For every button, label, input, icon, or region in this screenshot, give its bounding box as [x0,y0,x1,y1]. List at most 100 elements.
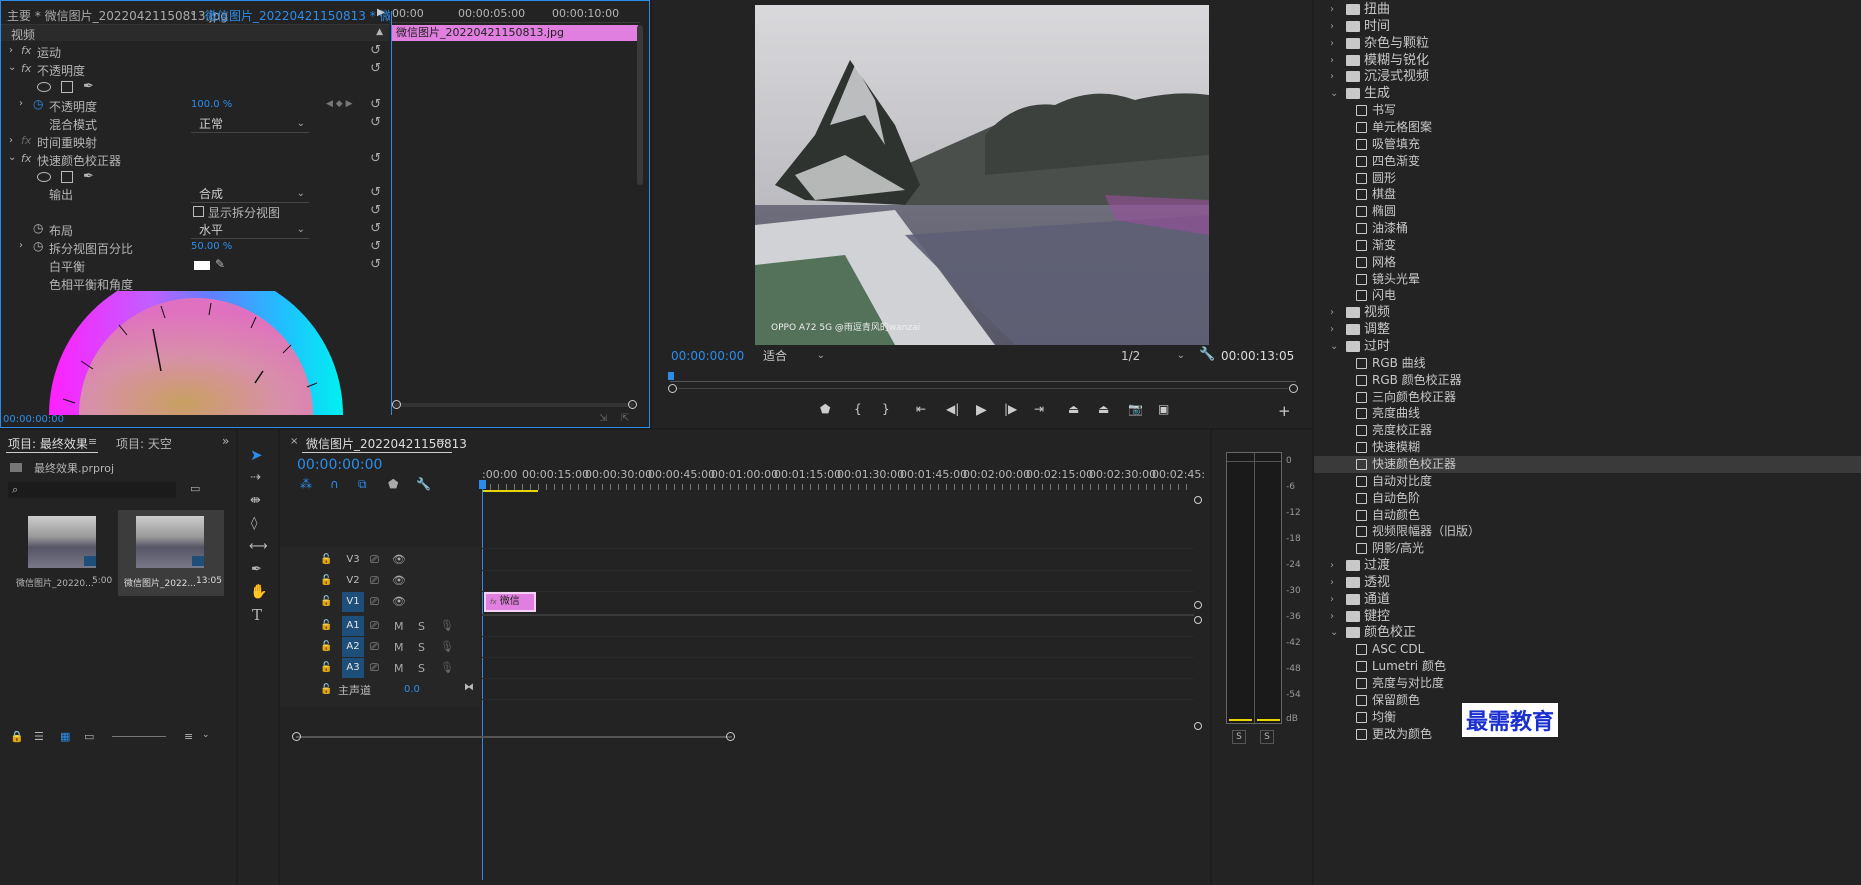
effects-item[interactable]: 网格 [1314,254,1861,271]
vscroll-handle-mid2[interactable] [1194,616,1202,624]
effects-item[interactable]: 更改为颜色 [1314,726,1861,743]
playhead-head[interactable] [479,480,486,489]
effects-item[interactable]: 镜头光晕 [1314,271,1861,288]
mini-scrollbar[interactable] [637,25,643,185]
overflow-icon[interactable]: » [222,434,229,448]
sync-lock-icon[interactable]: ⎚ [370,595,379,609]
effects-folder[interactable]: ⌄ 颜色校正 [1314,624,1861,641]
expand-icon[interactable]: › [19,98,23,109]
fx-icon[interactable]: fx [21,152,31,165]
program-scrubber[interactable] [668,372,1298,393]
tab-project-sky[interactable]: 项目: 天空 [116,435,172,452]
expand-icon[interactable]: › [19,240,23,251]
eyedropper-icon[interactable]: ✎ [215,257,225,271]
chevron-right-icon[interactable]: › [1330,18,1340,35]
stopwatch-icon[interactable]: ◷ [33,239,43,253]
solo-button[interactable]: S [418,662,425,675]
reset-icon[interactable]: ↺ [370,43,381,58]
reset-icon[interactable]: ↺ [370,61,381,76]
effects-item[interactable]: 阴影/高光 [1314,540,1861,557]
effects-folder[interactable]: › 杂色与颗粒 [1314,35,1861,52]
sync-lock-icon[interactable]: ⎚ [370,553,379,567]
selection-tool-icon[interactable]: ➤ [250,446,263,464]
zoom-bar[interactable] [392,400,637,409]
ellipse-mask-icon[interactable] [37,172,51,182]
effects-folder[interactable]: › 扭曲 [1314,1,1861,18]
lock-icon[interactable]: 🔒 [10,730,24,743]
zoom-slider[interactable] [112,736,166,737]
sync-lock-icon[interactable]: ⎚ [370,574,379,588]
collapse-up-icon[interactable]: ▲ [376,28,383,37]
lock-icon[interactable]: 🔓 [320,554,332,565]
chevron-down-icon[interactable]: ⌄ [1330,624,1340,641]
type-tool-icon[interactable]: T [252,606,262,624]
effects-item[interactable]: 单元格图案 [1314,119,1861,136]
effects-folder[interactable]: › 过渡 [1314,557,1861,574]
tab-effect-controls[interactable]: 微信图片_20220421150813 * 微... [205,7,403,24]
hscroll-handle-left[interactable] [292,732,301,741]
mark-out-icon[interactable]: } [882,402,890,416]
chevron-down-icon[interactable]: ⌄ [189,8,197,18]
step-forward-icon[interactable]: |▶ [1004,402,1017,416]
project-item[interactable]: 微信图片_20220... 5:00 [10,510,114,594]
lock-icon[interactable]: 🔓 [320,662,332,673]
play-icon[interactable]: ▶ [976,402,987,418]
tab-menu-icon[interactable]: ≡ [88,435,97,448]
chevron-down-icon[interactable]: ⌄ [1330,338,1340,355]
reset-icon[interactable]: ↺ [370,151,381,166]
slip-tool-icon[interactable]: ⟷ [249,539,268,554]
effects-item[interactable]: 快速颜色校正器 [1314,455,1861,473]
reset-icon[interactable]: ↺ [370,185,381,200]
tab-project-final[interactable]: 项目: 最终效果 [8,435,88,452]
effects-item[interactable]: 亮度曲线 [1314,405,1861,422]
chevron-right-icon[interactable]: › [1330,68,1340,85]
wrench-icon[interactable]: 🔧 [416,477,431,491]
effects-item[interactable]: 亮度校正器 [1314,422,1861,439]
rectangle-mask-icon[interactable] [61,81,73,93]
sort-icon[interactable]: ≡ [184,730,193,743]
stopwatch-icon[interactable]: ◷ [33,97,43,111]
chevron-right-icon[interactable]: › [1330,1,1340,18]
list-view-icon[interactable]: ☰ [34,730,44,743]
effects-item[interactable]: RGB 曲线 [1314,355,1861,372]
program-timecode[interactable]: 00:00:00:00 [671,349,744,363]
effects-item[interactable]: 三向颜色校正器 [1314,389,1861,406]
effects-folder[interactable]: › 时间 [1314,18,1861,35]
lock-icon[interactable]: 🔓 [320,684,332,695]
effects-item[interactable]: Lumetri 颜色 [1314,658,1861,675]
timeline-ruler[interactable]: :00:00 00:00:15:00 00:00:30:00 00:00:45:… [482,464,1205,492]
lock-icon[interactable]: 🔓 [320,620,332,631]
eye-icon[interactable]: 👁 [392,574,406,587]
reset-icon[interactable]: ↺ [370,239,381,254]
effects-item[interactable]: 圆形 [1314,170,1861,187]
white-balance-swatch[interactable] [194,261,210,270]
snap-icon[interactable]: ∩ [330,477,339,491]
effects-folder[interactable]: › 模糊与锐化 [1314,52,1861,69]
sync-lock-icon[interactable]: ⎚ [370,640,379,654]
resolution-select[interactable]: 1/2 ⌄ [1113,347,1189,365]
timeline-timecode[interactable]: 00:00:00:00 [297,457,382,473]
track-name[interactable]: A2 [342,637,364,657]
effects-folder[interactable]: › 调整 [1314,321,1861,338]
reset-icon[interactable]: ↺ [370,221,381,236]
effects-item[interactable]: RGB 颜色校正器 [1314,372,1861,389]
reset-icon[interactable]: ↺ [370,115,381,130]
pen-tool-icon[interactable]: ✒ [251,562,262,577]
stopwatch-icon[interactable]: ◷ [33,221,43,235]
lock-icon[interactable]: 🔓 [320,575,332,586]
effects-item[interactable]: 棋盘 [1314,186,1861,203]
hue-balance-wheel[interactable] [41,291,351,415]
new-bin-icon[interactable]: ▭ [190,482,200,495]
vscroll-handle-bottom[interactable] [1194,722,1202,730]
go-to-out-icon[interactable]: ⇥ [1034,402,1044,416]
eye-icon[interactable]: 👁 [392,595,406,608]
track-lanes[interactable]: fx 微信 [482,546,1194,706]
add-button-icon[interactable]: + [1278,402,1291,420]
chevron-right-icon[interactable]: › [1330,591,1340,608]
effects-item[interactable]: ASC CDL [1314,641,1861,658]
effects-item[interactable]: 书写 [1314,102,1861,119]
export-icon[interactable]: ⇱ [621,413,629,424]
program-video-frame[interactable]: OPPO A72 5G @雨逗青风的wanzai [755,5,1209,345]
ellipse-mask-icon[interactable] [37,82,51,92]
opacity-value[interactable]: 100.0 % [191,99,232,110]
